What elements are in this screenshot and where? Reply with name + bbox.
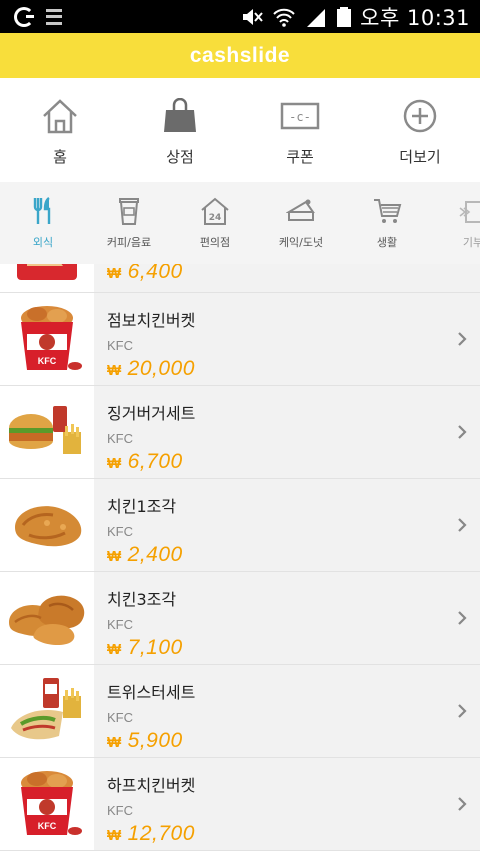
item-price: ₩20,000: [107, 357, 195, 380]
product-image: [0, 479, 94, 571]
category-cake-label: 케익/도넛: [278, 236, 324, 249]
category-living[interactable]: 생활: [344, 182, 430, 264]
nav-shop[interactable]: 상점: [120, 78, 240, 182]
category-convenience-label: 편의점: [199, 236, 231, 249]
notification-g-icon: [14, 6, 34, 27]
product-image: KFC: [0, 293, 94, 385]
chevron-right-icon: [458, 704, 467, 718]
list-item[interactable]: 치킨1조각 KFC ₩2,400: [0, 479, 480, 572]
item-brand: KFC: [107, 710, 133, 725]
product-image: [0, 386, 94, 478]
chevron-right-icon: [458, 797, 467, 811]
item-name: 징거버거세트: [107, 404, 196, 423]
item-name: 점보치킨버켓: [107, 311, 196, 330]
app-header: cashslide: [0, 33, 480, 78]
item-brand: KFC: [107, 803, 133, 818]
category-dining-label: 외식: [32, 236, 54, 249]
list-item[interactable]: 트위스터세트 KFC ₩5,900: [0, 665, 480, 758]
category-donation-label: 기부: [462, 236, 480, 249]
list-item[interactable]: 치킨3조각 KFC ₩7,100: [0, 572, 480, 665]
nav-home[interactable]: 홈: [0, 78, 120, 182]
cake-icon: [286, 199, 315, 221]
nav-home-label: 홈: [53, 148, 67, 166]
battery-icon: [337, 6, 352, 27]
item-brand: KFC: [107, 617, 133, 632]
item-name: 치킨1조각: [107, 497, 177, 516]
item-name: 치킨3조각: [107, 590, 177, 609]
category-coffee[interactable]: 커피/음료: [86, 182, 172, 264]
category-coffee-label: 커피/음료: [106, 236, 152, 249]
product-image: [0, 264, 94, 292]
product-image: [0, 572, 94, 664]
item-brand: KFC: [107, 431, 133, 446]
app-title: cashslide: [189, 43, 291, 67]
nav-coupon-label: 쿠폰: [286, 148, 314, 166]
signal-icon: [307, 8, 326, 27]
category-cake[interactable]: 케익/도넛: [258, 182, 344, 264]
gift-icon: [459, 201, 480, 223]
shopping-bag-icon: [164, 98, 196, 132]
item-brand: KFC: [107, 524, 133, 539]
wifi-icon: [273, 8, 295, 27]
plus-circle-icon: [403, 99, 437, 133]
coupon-icon: -c-: [280, 102, 320, 130]
nav-coupon[interactable]: -c- 쿠폰: [240, 78, 360, 182]
item-price: ₩2,400: [107, 543, 183, 566]
category-living-label: 생활: [376, 236, 398, 249]
mute-icon: [243, 8, 263, 25]
chevron-right-icon: [458, 332, 467, 346]
chevron-right-icon: [458, 518, 467, 532]
chevron-right-icon: [458, 611, 467, 625]
main-nav: 홈 상점 -c- 쿠폰 더보기: [0, 78, 480, 182]
chevron-right-icon: [458, 425, 467, 439]
convenience-store-icon: 24: [201, 197, 229, 225]
product-list: ₩6,400 KFC 점보치킨버켓 KFC ₩20,000 징거버거세트 KFC…: [0, 264, 480, 853]
svg-text:-c-: -c-: [289, 110, 311, 124]
item-price: ₩6,700: [107, 450, 183, 473]
svg-text:24: 24: [209, 213, 222, 223]
item-name: 트위스터세트: [107, 683, 196, 702]
list-item[interactable]: KFC 점보치킨버켓 KFC ₩20,000: [0, 293, 480, 386]
list-item[interactable]: ₩6,400: [0, 264, 480, 293]
category-convenience[interactable]: 24 편의점: [172, 182, 258, 264]
nav-more[interactable]: 더보기: [360, 78, 480, 182]
nav-more-label: 더보기: [399, 148, 441, 166]
status-time: 오후 10:31: [360, 5, 470, 30]
item-brand: KFC: [107, 338, 133, 353]
category-dining[interactable]: 외식: [0, 182, 86, 264]
product-image: KFC: [0, 758, 94, 850]
list-item[interactable]: 징거버거세트 KFC ₩6,700: [0, 386, 480, 479]
cart-icon: [374, 199, 402, 223]
nav-shop-label: 상점: [166, 148, 194, 166]
category-bar: 외식 커피/음료 24 편의점 케익/도넛 생활 기부: [0, 182, 480, 264]
list-item[interactable]: KFC 하프치킨버켓 KFC ₩12,700: [0, 758, 480, 851]
product-image: [0, 665, 94, 757]
item-price: ₩5,900: [107, 729, 183, 752]
item-name: 하프치킨버켓: [107, 776, 196, 795]
notification-list-icon: [46, 8, 62, 25]
svg-text:KFC: KFC: [38, 821, 57, 831]
home-icon: [43, 99, 77, 134]
svg-text:KFC: KFC: [38, 356, 57, 366]
item-price: ₩7,100: [107, 636, 183, 659]
status-bar: 오후 10:31: [0, 0, 480, 33]
item-price: ₩12,700: [107, 822, 195, 845]
item-price: ₩6,400: [107, 264, 183, 283]
coffee-cup-icon: [119, 198, 139, 225]
category-donation[interactable]: 기부: [430, 182, 480, 264]
fork-knife-icon: [33, 197, 51, 224]
